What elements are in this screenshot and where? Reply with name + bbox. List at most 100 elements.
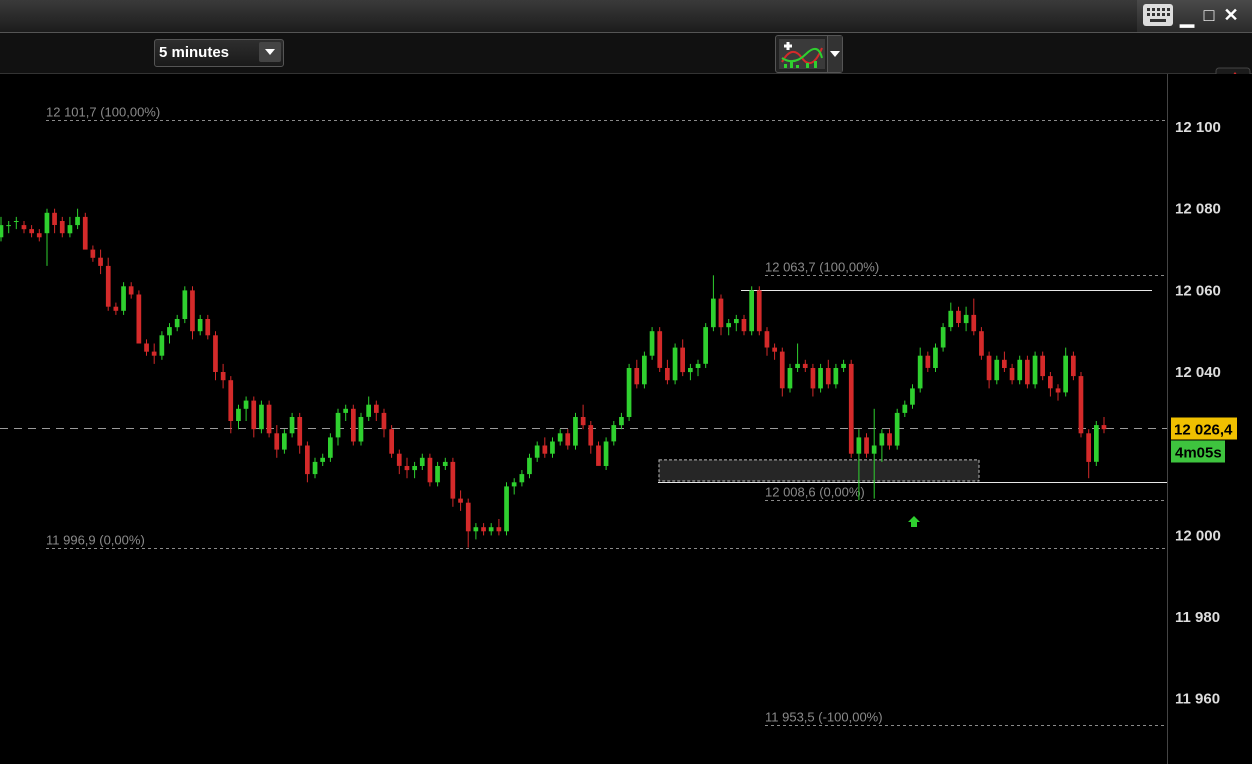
candle-body xyxy=(13,221,19,222)
candle-body xyxy=(488,527,494,532)
candle-body xyxy=(779,351,785,389)
candle-body xyxy=(940,327,946,348)
timeframe-label: 5 minutes xyxy=(159,44,230,61)
candle-body xyxy=(381,412,387,430)
candle-body xyxy=(481,527,486,532)
candle-body xyxy=(396,453,402,466)
candle-body xyxy=(259,404,264,430)
candle-body xyxy=(894,412,900,446)
candle-body xyxy=(243,400,249,409)
candle-body xyxy=(251,400,257,430)
window-titlebar: ▁ □ ✕ xyxy=(0,0,1252,33)
fib-level-label: 12 101,7 (100,00%) xyxy=(46,105,160,120)
support-zone[interactable] xyxy=(658,459,980,482)
price-axis-tick-label: 12 060 xyxy=(1175,282,1221,299)
candle-body xyxy=(205,319,211,336)
candle-body xyxy=(665,368,670,381)
candle-body xyxy=(389,429,394,454)
price-axis-tick-label: 12 080 xyxy=(1175,201,1221,218)
candle-body xyxy=(810,368,816,389)
candle-body xyxy=(787,368,793,389)
candle-body xyxy=(756,290,762,332)
candle-body xyxy=(21,225,27,230)
candle-body xyxy=(496,527,502,532)
candle-body xyxy=(657,331,663,368)
candle-body xyxy=(274,433,280,450)
candle-body xyxy=(52,212,57,225)
price-chart[interactable]: 12 101,7 (100,00%) 11 996,9 (0,00%) 12 063… xyxy=(0,74,1252,764)
candle-body xyxy=(90,249,96,258)
indicators-dropdown[interactable] xyxy=(827,36,842,72)
candle-body xyxy=(128,286,134,295)
candle-body xyxy=(986,355,992,381)
close-icon[interactable]: ✕ xyxy=(1221,4,1241,26)
candle-body xyxy=(1017,359,1023,381)
candle-body xyxy=(228,380,234,421)
price-axis-tick-label: 11 980 xyxy=(1175,609,1220,626)
candle-body xyxy=(596,445,601,466)
candle-body xyxy=(963,314,969,324)
chart-toolbar: 5 minutes xyxy=(0,33,1252,105)
candle-body xyxy=(1055,388,1061,393)
candle-body xyxy=(825,368,831,385)
candle-body xyxy=(504,486,509,532)
candle-body xyxy=(573,417,578,446)
candle-body xyxy=(565,433,571,446)
maximize-icon[interactable]: □ xyxy=(1199,4,1219,26)
candle-body xyxy=(213,335,218,372)
indicators-icon xyxy=(779,39,825,69)
candle-body xyxy=(136,294,142,344)
candle-body xyxy=(312,461,318,475)
candle-body xyxy=(190,290,195,332)
candle-body xyxy=(450,461,456,499)
candle-timer-value: 4m05s xyxy=(1175,445,1222,462)
candle-body xyxy=(343,408,348,413)
candle-body xyxy=(910,388,915,405)
candle-body xyxy=(580,417,586,426)
candle-body xyxy=(1063,355,1068,393)
indicators-button[interactable] xyxy=(775,35,843,73)
candle-body xyxy=(197,319,203,332)
candle-body xyxy=(473,527,479,532)
candle-body xyxy=(374,404,379,413)
candle-body xyxy=(144,343,149,352)
candle-body xyxy=(802,363,808,368)
candle-body xyxy=(695,363,701,368)
candle-body xyxy=(1078,376,1084,434)
keyboard-icon[interactable] xyxy=(1143,4,1173,26)
candle-body xyxy=(864,437,869,454)
candle-body xyxy=(335,412,341,438)
candle-body xyxy=(159,335,165,356)
candle-body xyxy=(726,323,731,328)
candle-body xyxy=(419,457,425,466)
candle-body xyxy=(848,363,854,454)
candle-body xyxy=(404,466,410,471)
chevron-down-icon[interactable] xyxy=(259,42,281,62)
timeframe-select[interactable]: 5 minutes xyxy=(154,39,284,67)
candle-body xyxy=(1009,368,1015,381)
fib-level-label: 11 996,9 (0,00%) xyxy=(46,533,145,548)
minimize-icon[interactable]: ▁ xyxy=(1177,6,1197,28)
candle-body xyxy=(174,319,180,328)
candle-body xyxy=(557,433,563,442)
candle-body xyxy=(749,290,754,332)
candle-body xyxy=(772,347,777,352)
candle-body xyxy=(351,408,356,442)
candle-body xyxy=(764,331,770,348)
candle-body xyxy=(435,466,440,483)
candle-body xyxy=(634,368,640,385)
candle-body xyxy=(856,437,862,454)
candle-body xyxy=(67,225,73,234)
candle-body xyxy=(527,457,532,475)
candle-body xyxy=(718,298,724,328)
candle-body xyxy=(1086,433,1091,462)
candle-body xyxy=(588,425,594,446)
candle-body xyxy=(887,433,892,446)
candle-body xyxy=(1002,359,1007,368)
candle-body xyxy=(412,466,417,471)
candle-body xyxy=(366,404,371,417)
candle-body xyxy=(734,319,739,324)
buy-signal-arrow-icon xyxy=(908,516,920,527)
candle-body xyxy=(427,457,433,483)
price-axis-tick-label: 12 000 xyxy=(1175,527,1221,544)
